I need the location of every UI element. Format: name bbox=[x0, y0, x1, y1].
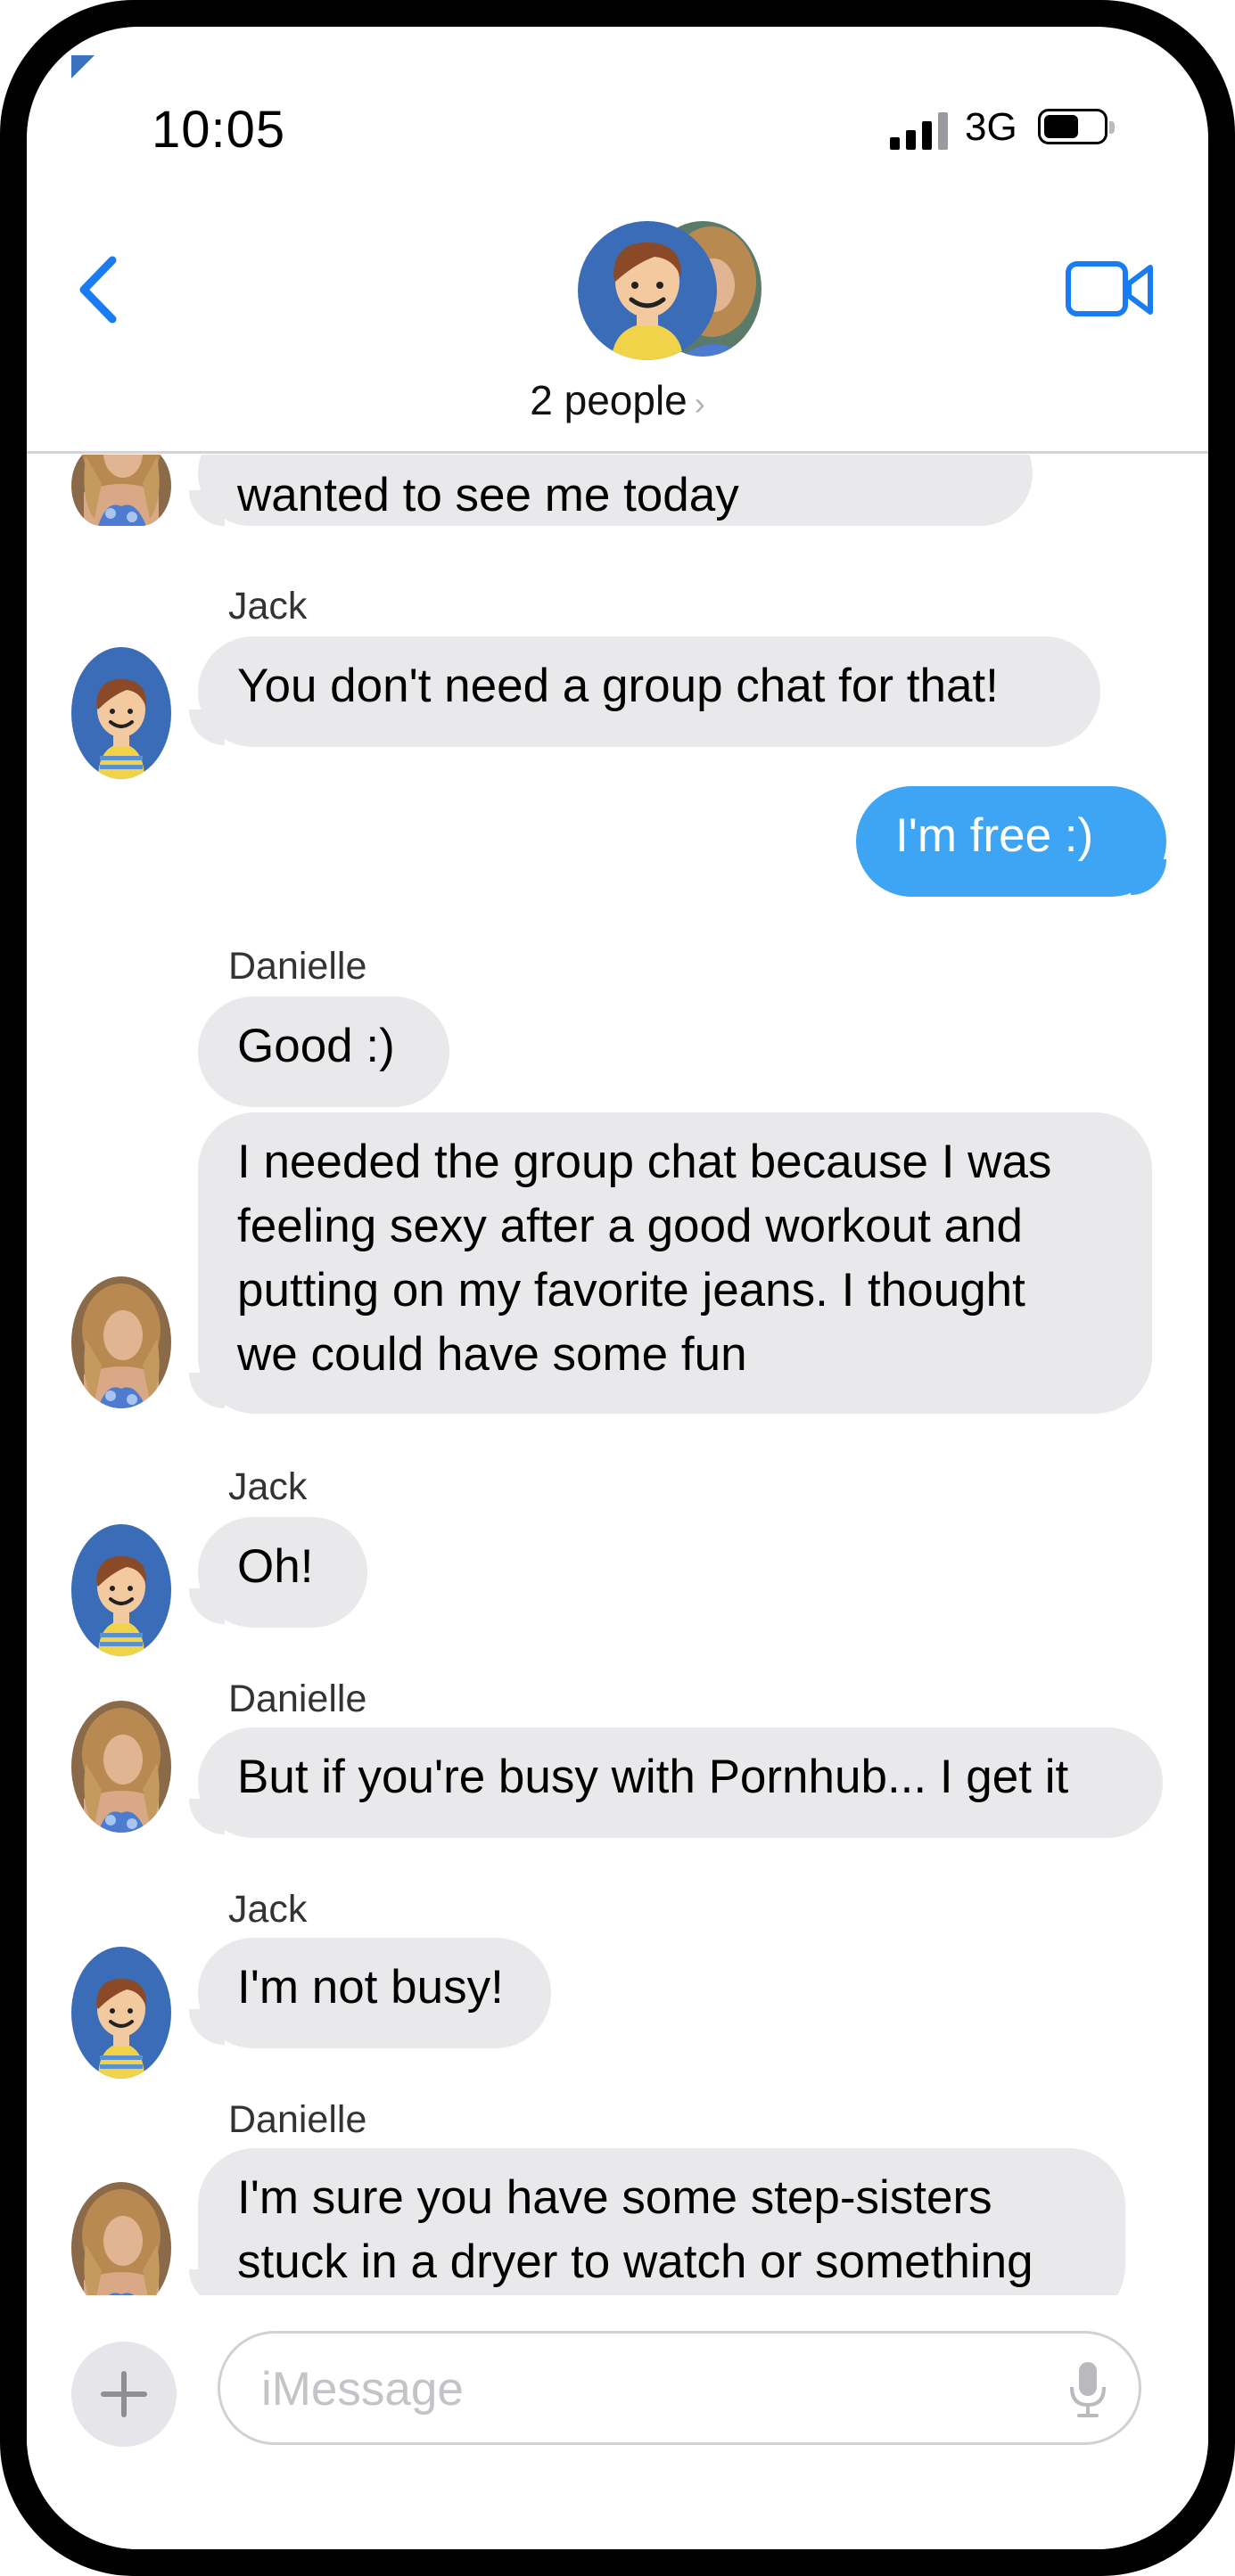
compose-bar bbox=[27, 2295, 1208, 2549]
danielle-avatar bbox=[71, 1701, 171, 1833]
video-camera-icon bbox=[1066, 261, 1153, 316]
message-bubble-incoming[interactable]: I'm not busy! bbox=[198, 1938, 551, 2048]
network-type: 3G bbox=[965, 105, 1017, 149]
message-bubble-outgoing[interactable]: I'm free :) bbox=[856, 786, 1166, 897]
sender-name: Jack bbox=[228, 1888, 308, 1931]
conversation-header: 2 people › bbox=[27, 187, 1208, 454]
message-bubble-incoming[interactable]: Oh! bbox=[198, 1517, 367, 1628]
message-bubble-incoming[interactable]: wanted to see me today bbox=[198, 455, 1033, 526]
corner-marker bbox=[71, 55, 95, 78]
phone-frame: 10:05 3G 2 people › wanted to see me tod… bbox=[0, 0, 1235, 2576]
danielle-avatar bbox=[71, 455, 171, 526]
apps-button[interactable] bbox=[71, 2342, 177, 2447]
cellular-signal-icon bbox=[890, 109, 952, 150]
status-bar: 10:05 3G bbox=[27, 27, 1208, 187]
back-button[interactable] bbox=[62, 241, 143, 339]
microphone-icon[interactable] bbox=[1066, 2357, 1110, 2423]
message-bubble-incoming[interactable]: You don't need a group chat for that! bbox=[198, 636, 1100, 747]
messages-screen: 10:05 3G 2 people › wanted to see me tod… bbox=[27, 27, 1208, 2549]
status-time: 10:05 bbox=[152, 101, 286, 159]
danielle-avatar bbox=[71, 1276, 171, 1408]
sender-name: Danielle bbox=[228, 2098, 367, 2141]
sender-name: Danielle bbox=[228, 945, 367, 988]
battery-icon bbox=[1038, 109, 1115, 144]
chevron-right-icon: › bbox=[694, 385, 705, 422]
jack-avatar bbox=[71, 647, 171, 779]
message-bubble-incoming[interactable]: I needed the group chat because I was fe… bbox=[198, 1112, 1152, 1414]
imessage-input[interactable] bbox=[259, 2357, 1012, 2421]
group-member-count: 2 people bbox=[530, 377, 687, 423]
plus-icon bbox=[101, 2371, 147, 2417]
sender-name: Jack bbox=[228, 1465, 308, 1508]
danielle-avatar bbox=[71, 2182, 171, 2295]
message-bubble-incoming[interactable]: But if you're busy with Pornhub... I get… bbox=[198, 1727, 1163, 1838]
sender-name: Jack bbox=[228, 585, 308, 628]
back-chevron-icon bbox=[79, 256, 117, 324]
sender-name: Danielle bbox=[228, 1678, 367, 1720]
message-list[interactable]: wanted to see me today Jack You don't ne… bbox=[27, 455, 1208, 2295]
message-input-field[interactable] bbox=[218, 2331, 1141, 2445]
message-bubble-incoming[interactable]: I'm sure you have some step-sisters stuc… bbox=[198, 2148, 1125, 2295]
facetime-button[interactable] bbox=[1061, 250, 1159, 330]
group-info-link[interactable]: 2 people › bbox=[27, 376, 1208, 424]
jack-avatar bbox=[71, 1947, 171, 2079]
group-avatar-stack[interactable] bbox=[578, 219, 765, 362]
jack-avatar bbox=[71, 1524, 171, 1656]
message-bubble-incoming[interactable]: Good :) bbox=[198, 997, 449, 1107]
